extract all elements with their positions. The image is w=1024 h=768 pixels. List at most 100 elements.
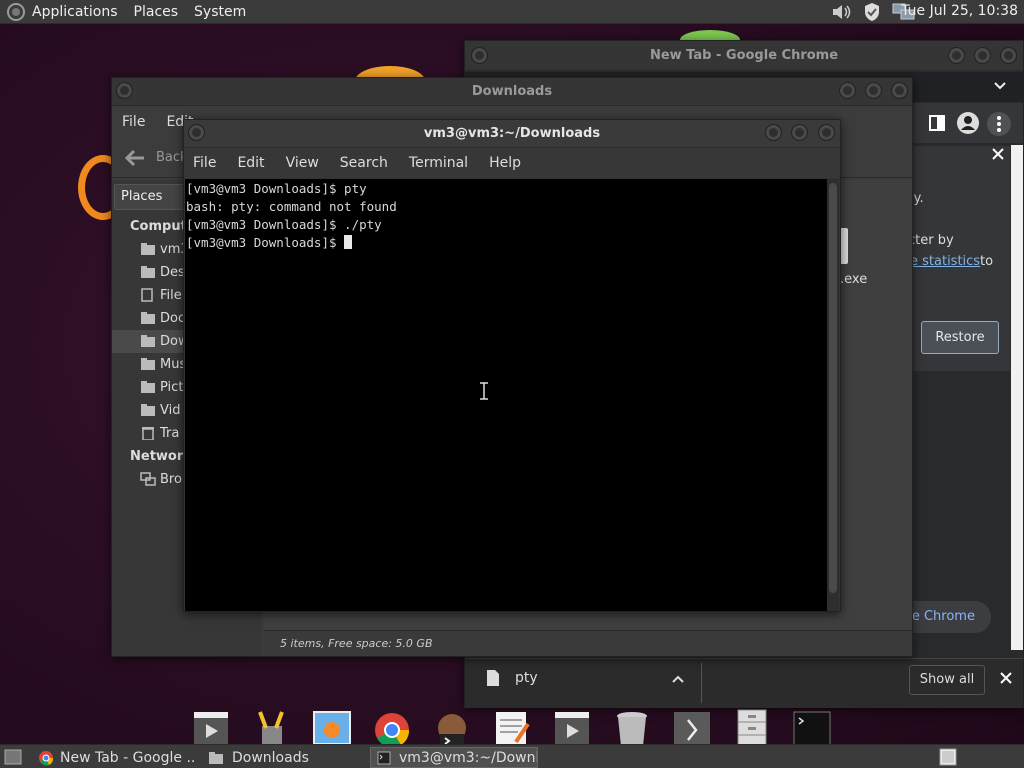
fm-menu-file[interactable]: File (122, 114, 145, 130)
file-name-exe[interactable]: .exe (840, 272, 867, 287)
back-arrow-icon[interactable] (124, 148, 146, 168)
restore-button[interactable]: Restore (921, 321, 999, 354)
folder-icon (140, 357, 156, 371)
kebab-menu-icon[interactable] (987, 112, 1011, 136)
terminal-line: [vm3@vm3 Downloads]$ pty (186, 181, 367, 196)
terminal-scroll-thumb[interactable] (829, 183, 837, 593)
show-desktop-icon[interactable] (4, 748, 22, 766)
places-menu[interactable]: Places (134, 4, 179, 20)
terminal-menu-search[interactable]: Search (340, 155, 388, 171)
computer-heading: Comput (130, 218, 187, 234)
terminal-line: [vm3@vm3 Downloads]$ ./pty (186, 217, 382, 232)
sidebar-item-documents[interactable]: Doc (140, 308, 185, 328)
sidebar-item-label: File (160, 287, 182, 303)
sidebar-item-label: Tra (160, 425, 180, 441)
sidebar-item-downloads[interactable]: Dow (140, 331, 189, 351)
bottom-panel: New Tab - Google ... Downloads vm3@vm3:~… (0, 744, 1024, 768)
task-label: vm3@vm3:~/Downl... (399, 749, 538, 766)
terminal-title: vm3@vm3:~/Downloads (423, 126, 601, 141)
sidebar-item-desktop[interactable]: Des (140, 262, 185, 282)
terminal-icon[interactable] (792, 708, 832, 748)
terminal-menu-view[interactable]: View (286, 155, 319, 171)
terminal-close-button[interactable] (818, 124, 835, 141)
top-panel: Applications Places System Tue Jul 25, 1… (0, 0, 1024, 24)
paint-tools-icon[interactable] (252, 708, 292, 748)
sidebar-item-videos[interactable]: Vid (140, 400, 180, 420)
show-all-button[interactable]: Show all (909, 665, 985, 695)
workspace-switcher-icon[interactable] (938, 748, 958, 766)
sidebar-item-pictures[interactable]: Pict (140, 377, 183, 397)
terminal-small-icon (377, 751, 391, 765)
sidepanel-icon[interactable] (929, 115, 945, 131)
shield-icon[interactable] (862, 2, 882, 22)
terminal-menubar: File Edit View Search Terminal Help (184, 148, 840, 178)
terminal-menu-terminal[interactable]: Terminal (409, 155, 468, 171)
sidebar-item-filesystem[interactable]: File (140, 285, 182, 305)
terminal-titlebar[interactable]: vm3@vm3:~/Downloads (184, 120, 840, 148)
chrome-icon[interactable] (372, 708, 412, 748)
media-player-icon[interactable] (552, 708, 592, 748)
fm-minimize-button[interactable] (839, 82, 856, 99)
task-chrome[interactable]: New Tab - Google ... (32, 747, 194, 768)
terminal-minimize-button[interactable] (765, 124, 782, 141)
fm-maximize-button[interactable] (865, 82, 882, 99)
chrome-minimize-button[interactable] (948, 47, 965, 64)
image-viewer-icon[interactable] (312, 708, 352, 748)
terminal-maximize-button[interactable] (791, 124, 808, 141)
folder-icon (140, 265, 156, 279)
task-downloads[interactable]: Downloads (202, 747, 364, 768)
profile-icon[interactable] (957, 112, 979, 134)
terminal-menu-help[interactable]: Help (489, 155, 521, 171)
file-cabinet-icon[interactable] (732, 708, 772, 748)
menu-logo-icon[interactable] (6, 2, 26, 22)
task-terminal[interactable]: vm3@vm3:~/Downl... (370, 747, 538, 768)
text-editor-icon[interactable] (492, 708, 532, 748)
close-icon[interactable] (991, 147, 1005, 161)
chrome-title: New Tab - Google Chrome (649, 48, 839, 63)
usage-statistics-link[interactable]: e statistics (910, 254, 980, 269)
network-folder-icon (140, 472, 156, 486)
download-divider (701, 663, 702, 703)
dialog-partial-text-2: cter by (908, 233, 954, 248)
sidebar-item-browse-network[interactable]: Bro (140, 469, 182, 489)
fm-close-button[interactable] (891, 82, 908, 99)
terminal-window: vm3@vm3:~/Downloads File Edit View Searc… (183, 119, 841, 612)
applications-menu[interactable]: Applications (32, 4, 118, 20)
clock[interactable]: Tue Jul 25, 10:38 (901, 3, 1018, 19)
chrome-close-button[interactable] (1000, 47, 1017, 64)
folder-small-icon (208, 751, 224, 765)
chrome-scrollbar[interactable] (1011, 145, 1023, 650)
places-dropdown[interactable]: Places (114, 184, 184, 210)
task-label: Downloads (232, 749, 309, 766)
chevron-down-icon[interactable] (993, 79, 1007, 93)
folder-icon (140, 334, 156, 348)
terminal-output[interactable]: [vm3@vm3 Downloads]$ pty bash: pty: comm… (185, 179, 827, 611)
trash-icon (140, 426, 156, 440)
sidebar-item-label: Doc (160, 310, 186, 326)
task-label: New Tab - Google ... (60, 749, 194, 766)
download-bar-close-icon[interactable] (999, 671, 1013, 685)
terminal-prompt: [vm3@vm3 Downloads]$ (186, 235, 345, 250)
fm-titlebar[interactable]: Downloads (112, 78, 912, 106)
trash-dock-icon[interactable] (612, 708, 652, 748)
folder-icon (140, 403, 156, 417)
terminal-menu-file[interactable]: File (193, 155, 216, 171)
chrome-maximize-button[interactable] (974, 47, 991, 64)
video-player-icon[interactable] (191, 708, 231, 748)
fm-title: Downloads (471, 84, 553, 99)
chevron-up-icon[interactable] (671, 672, 685, 686)
folder-icon (140, 311, 156, 325)
download-item-name[interactable]: pty (515, 670, 538, 686)
terminal-menu-edit[interactable]: Edit (237, 155, 264, 171)
sidebar-item-home[interactable]: vm3 (140, 239, 189, 259)
chrome-titlebar[interactable]: New Tab - Google Chrome (465, 41, 1023, 71)
chevron-right-icon[interactable] (672, 708, 712, 748)
sidebar-item-label: Pict (160, 379, 184, 395)
terminal-scrollbar[interactable] (827, 179, 839, 611)
sidebar-item-music[interactable]: Mus (140, 354, 186, 374)
terminal-app-icon[interactable] (432, 708, 472, 748)
system-menu[interactable]: System (194, 4, 246, 20)
volume-icon[interactable] (830, 2, 852, 22)
chrome-small-icon (38, 750, 54, 766)
sidebar-item-trash[interactable]: Tra (140, 423, 179, 443)
